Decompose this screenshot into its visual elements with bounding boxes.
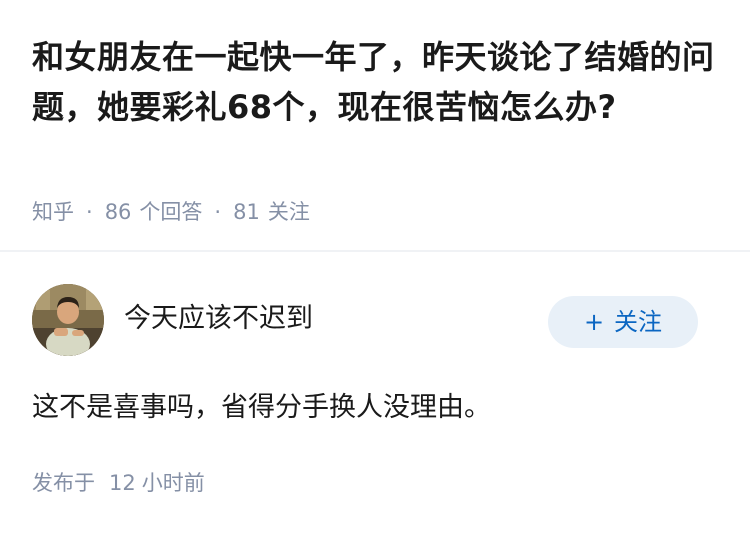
published-unit: 小时前 xyxy=(141,471,205,495)
answer-meta: 发布于 12 小时前 xyxy=(32,468,205,498)
answer-count: 86 xyxy=(104,200,132,224)
answer-count-label[interactable]: 个回答 xyxy=(139,200,202,224)
published-label: 发布于 xyxy=(32,471,95,495)
answer-author-bar: 今天应该不迟到 + 关注 xyxy=(32,284,718,356)
follow-button[interactable]: + 关注 xyxy=(548,296,698,348)
zhihu-answer-page: 和女朋友在一起快一年了，昨天谈论了结婚的问题，她要彩礼68个，现在很苦恼怎么办?… xyxy=(0,0,750,534)
section-divider xyxy=(0,250,750,252)
user-photo-avatar[interactable] xyxy=(32,284,104,356)
question-meta: 知乎 · 86 个回答 · 81 关注 xyxy=(32,197,310,227)
published-value: 12 xyxy=(109,471,136,495)
follower-count-label[interactable]: 关注 xyxy=(268,200,310,224)
question-title[interactable]: 和女朋友在一起快一年了，昨天谈论了结婚的问题，她要彩礼68个，现在很苦恼怎么办? xyxy=(32,32,722,132)
follow-button-label: 关注 xyxy=(614,308,663,336)
source-label[interactable]: 知乎 xyxy=(32,200,74,224)
avatar-photo-icon xyxy=(32,284,104,356)
follower-count: 81 xyxy=(233,200,260,224)
separator-dot: · xyxy=(86,200,93,224)
separator-dot: · xyxy=(214,200,222,224)
question-header: 和女朋友在一起快一年了，昨天谈论了结婚的问题，她要彩礼68个，现在很苦恼怎么办? xyxy=(32,32,722,132)
author-name[interactable]: 今天应该不迟到 xyxy=(124,302,313,336)
answer-content[interactable]: 这不是喜事吗，省得分手换人没理由。 xyxy=(32,390,491,426)
plus-icon: + xyxy=(583,308,605,336)
